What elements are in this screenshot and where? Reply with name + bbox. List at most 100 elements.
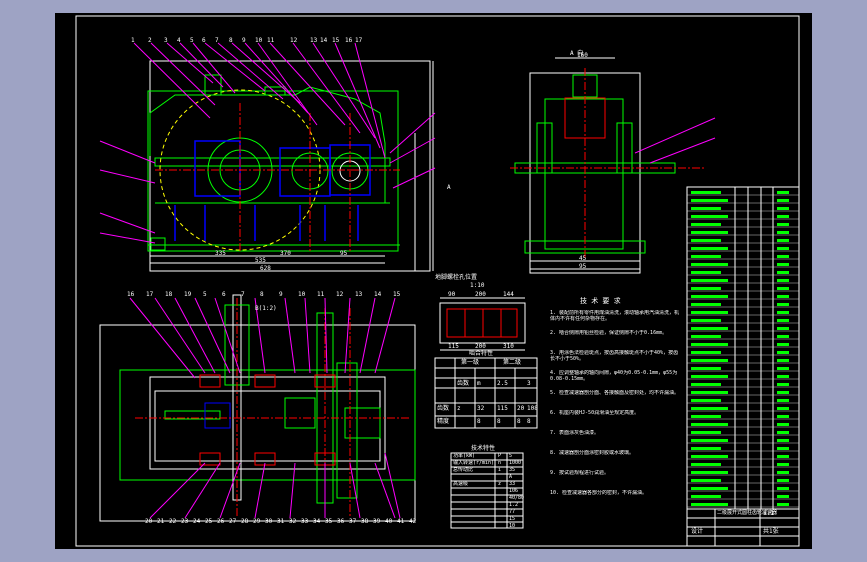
part-number: 25 bbox=[205, 518, 213, 525]
tech-req-item: 3. 用涂色法检验斑点，按齿高接触斑点不小于40%，按齿长不小于50%。 bbox=[550, 350, 679, 362]
tech-req-item: 1. 装配前所有零件用煤油清洗，滚动轴承用汽油清洗，机体内不许有任何杂物存在。 bbox=[550, 310, 680, 322]
part-number: 15 bbox=[393, 291, 401, 298]
parts-list-entry bbox=[691, 415, 721, 418]
parts-list-material bbox=[777, 279, 789, 282]
part-number: 24 bbox=[193, 518, 201, 525]
parts-list-material bbox=[777, 263, 789, 266]
part-number: 5 bbox=[190, 37, 194, 44]
front-view bbox=[99, 42, 436, 272]
parts-list-material bbox=[777, 487, 789, 490]
spec-table-value: 5 bbox=[509, 453, 513, 459]
spec-table-symbol: P bbox=[498, 453, 502, 459]
parts-list-entry bbox=[691, 359, 728, 362]
detail-bottom-dim-1: 115 bbox=[448, 343, 459, 350]
parts-list-material bbox=[777, 191, 789, 194]
part-number: 7 bbox=[241, 291, 245, 298]
parts-list-material bbox=[777, 303, 789, 306]
front-dim-1: 335 bbox=[215, 250, 226, 257]
parts-list-entry bbox=[691, 239, 721, 242]
parts-list-material bbox=[777, 479, 789, 482]
parts-list-entry bbox=[691, 247, 728, 250]
parts-list-material bbox=[777, 399, 789, 402]
spec-table-value: 40/80 bbox=[509, 495, 525, 501]
detail-scale: 1:10 bbox=[470, 282, 485, 289]
mesh-table-title: 啮合特性 bbox=[469, 350, 494, 357]
parts-list-entry bbox=[691, 383, 721, 386]
mesh-table-cell: z bbox=[457, 405, 461, 412]
parts-list-entry bbox=[691, 287, 721, 290]
tech-req-title: 技 术 要 求 bbox=[580, 297, 621, 305]
part-number: 12 bbox=[336, 291, 344, 298]
mesh-col-group-1: 第一级 bbox=[461, 359, 480, 366]
parts-list-material bbox=[777, 239, 789, 242]
parts-list-entry bbox=[691, 207, 721, 210]
spec-table-label: 总传动比 bbox=[453, 467, 474, 473]
parts-list-material bbox=[777, 463, 789, 466]
parts-list-material bbox=[777, 495, 789, 498]
parts-list bbox=[686, 186, 800, 510]
part-number: 28 bbox=[241, 518, 249, 525]
part-number: 31 bbox=[277, 518, 285, 525]
part-number: 35 bbox=[325, 518, 333, 525]
parts-list-entry bbox=[691, 327, 728, 330]
parts-list-material bbox=[777, 351, 789, 354]
parts-list-entry bbox=[691, 271, 721, 274]
parts-list-entry bbox=[691, 375, 728, 378]
spec-table-value: 106 bbox=[509, 488, 519, 494]
part-number: 29 bbox=[253, 518, 261, 525]
parts-list-entry bbox=[691, 391, 728, 394]
mesh-table-cell: 8 bbox=[477, 418, 481, 425]
tech-req-item: 8. 减速器剖分面涂密封胶或水玻璃。 bbox=[550, 450, 635, 456]
parts-list-material bbox=[777, 407, 789, 410]
cad-drawing bbox=[75, 15, 800, 547]
part-number: 32 bbox=[289, 518, 297, 525]
parts-list-material bbox=[777, 215, 789, 218]
title-block-scale: 1:1 bbox=[763, 510, 774, 517]
parts-list-material bbox=[777, 423, 789, 426]
part-number: 16 bbox=[127, 291, 135, 298]
parts-list-entry bbox=[691, 343, 728, 346]
parts-list-material bbox=[777, 455, 789, 458]
parts-list-entry bbox=[691, 367, 721, 370]
parts-list-entry bbox=[691, 423, 728, 426]
spec-table-value: 33 bbox=[509, 481, 516, 487]
part-number: 1 bbox=[131, 37, 135, 44]
part-number: 10 bbox=[255, 37, 263, 44]
mesh-table-cell: m bbox=[477, 380, 481, 387]
part-number: 33 bbox=[301, 518, 309, 525]
part-number: 11 bbox=[267, 37, 275, 44]
part-number: 13 bbox=[310, 37, 318, 44]
spec-table-value: 10 bbox=[509, 523, 516, 529]
parts-list-entry bbox=[691, 479, 721, 482]
mesh-table-cell: 精度 bbox=[437, 418, 450, 425]
parts-list-material bbox=[777, 207, 789, 210]
spec-table-value: 15 bbox=[509, 516, 516, 522]
side-dim-2: 95 bbox=[579, 263, 587, 270]
part-number: 15 bbox=[332, 37, 340, 44]
part-number: 42 bbox=[409, 518, 417, 525]
parts-list-entry bbox=[691, 223, 721, 226]
part-number: 19 bbox=[184, 291, 192, 298]
parts-list-material bbox=[777, 471, 789, 474]
parts-list-entry bbox=[691, 431, 721, 434]
title-block-sheet: 共1张 bbox=[763, 528, 779, 535]
spec-table-label: 输入转速(r/min) bbox=[453, 460, 495, 466]
part-number: 11 bbox=[317, 291, 325, 298]
part-number: 20 bbox=[145, 518, 153, 525]
parts-list-entry bbox=[691, 311, 728, 314]
parts-list-material bbox=[777, 447, 789, 450]
mesh-table-cell: 3 bbox=[527, 380, 531, 387]
part-number: 18 bbox=[165, 291, 173, 298]
part-number: 21 bbox=[157, 518, 165, 525]
parts-list-material bbox=[777, 439, 789, 442]
parts-list-material bbox=[777, 503, 789, 506]
drawing-sheet: A 向 A 1 2 3 4 5 6 7 8 9 10 11 12 13 14 15 16 17 16 17 18 19… bbox=[55, 13, 812, 549]
parts-list-entry bbox=[691, 191, 721, 194]
front-dim-5: 628 bbox=[260, 265, 271, 272]
side-view bbox=[510, 57, 716, 274]
mesh-table-cell: 8 bbox=[527, 418, 531, 425]
parts-list-entry bbox=[691, 199, 728, 202]
part-number: 40 bbox=[385, 518, 393, 525]
part-number: 6 bbox=[222, 291, 226, 298]
parts-list-entry bbox=[691, 487, 728, 490]
